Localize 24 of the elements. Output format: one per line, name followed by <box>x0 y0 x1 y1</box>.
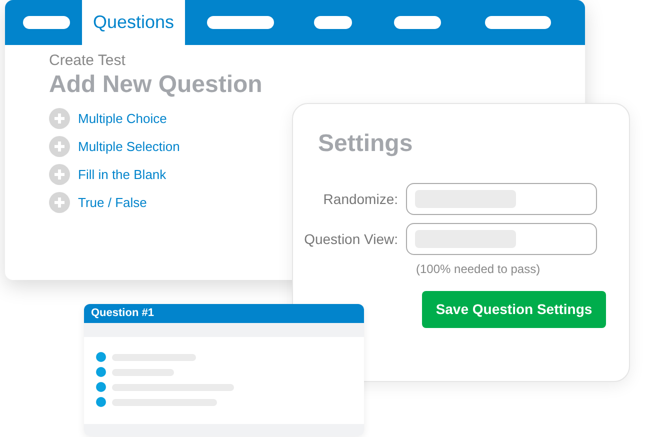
tab-placeholder[interactable] <box>485 16 552 29</box>
input-field[interactable] <box>406 223 597 255</box>
plus-icon[interactable] <box>49 108 70 129</box>
field-label: Randomize: <box>322 190 399 208</box>
plus-icon[interactable] <box>49 136 70 157</box>
tab-placeholder[interactable] <box>314 16 352 29</box>
plus-icon[interactable] <box>49 192 70 213</box>
pass-hint: (100% needed to pass) <box>416 262 540 276</box>
question-type-link[interactable]: Multiple Choice <box>78 108 167 129</box>
questions-tab[interactable]: Questions <box>82 0 186 45</box>
question-type-link[interactable]: True / False <box>78 192 147 213</box>
question-card-header: Question #1 <box>84 304 364 323</box>
tab-placeholder[interactable] <box>23 16 70 29</box>
plus-icon[interactable] <box>49 164 70 185</box>
field-label: Question View: <box>303 230 399 249</box>
settings-title: Settings <box>318 130 413 158</box>
tab-placeholder[interactable] <box>207 16 274 29</box>
tab-placeholder[interactable] <box>394 16 442 29</box>
breadcrumb: Create Test <box>49 52 126 70</box>
save-settings-button[interactable]: Save Question Settings <box>422 291 606 328</box>
input-field[interactable] <box>406 183 597 215</box>
page-heading: Add New Question <box>49 70 262 100</box>
question-type-link[interactable]: Fill in the Blank <box>78 164 166 185</box>
question-type-link[interactable]: Multiple Selection <box>78 136 180 157</box>
